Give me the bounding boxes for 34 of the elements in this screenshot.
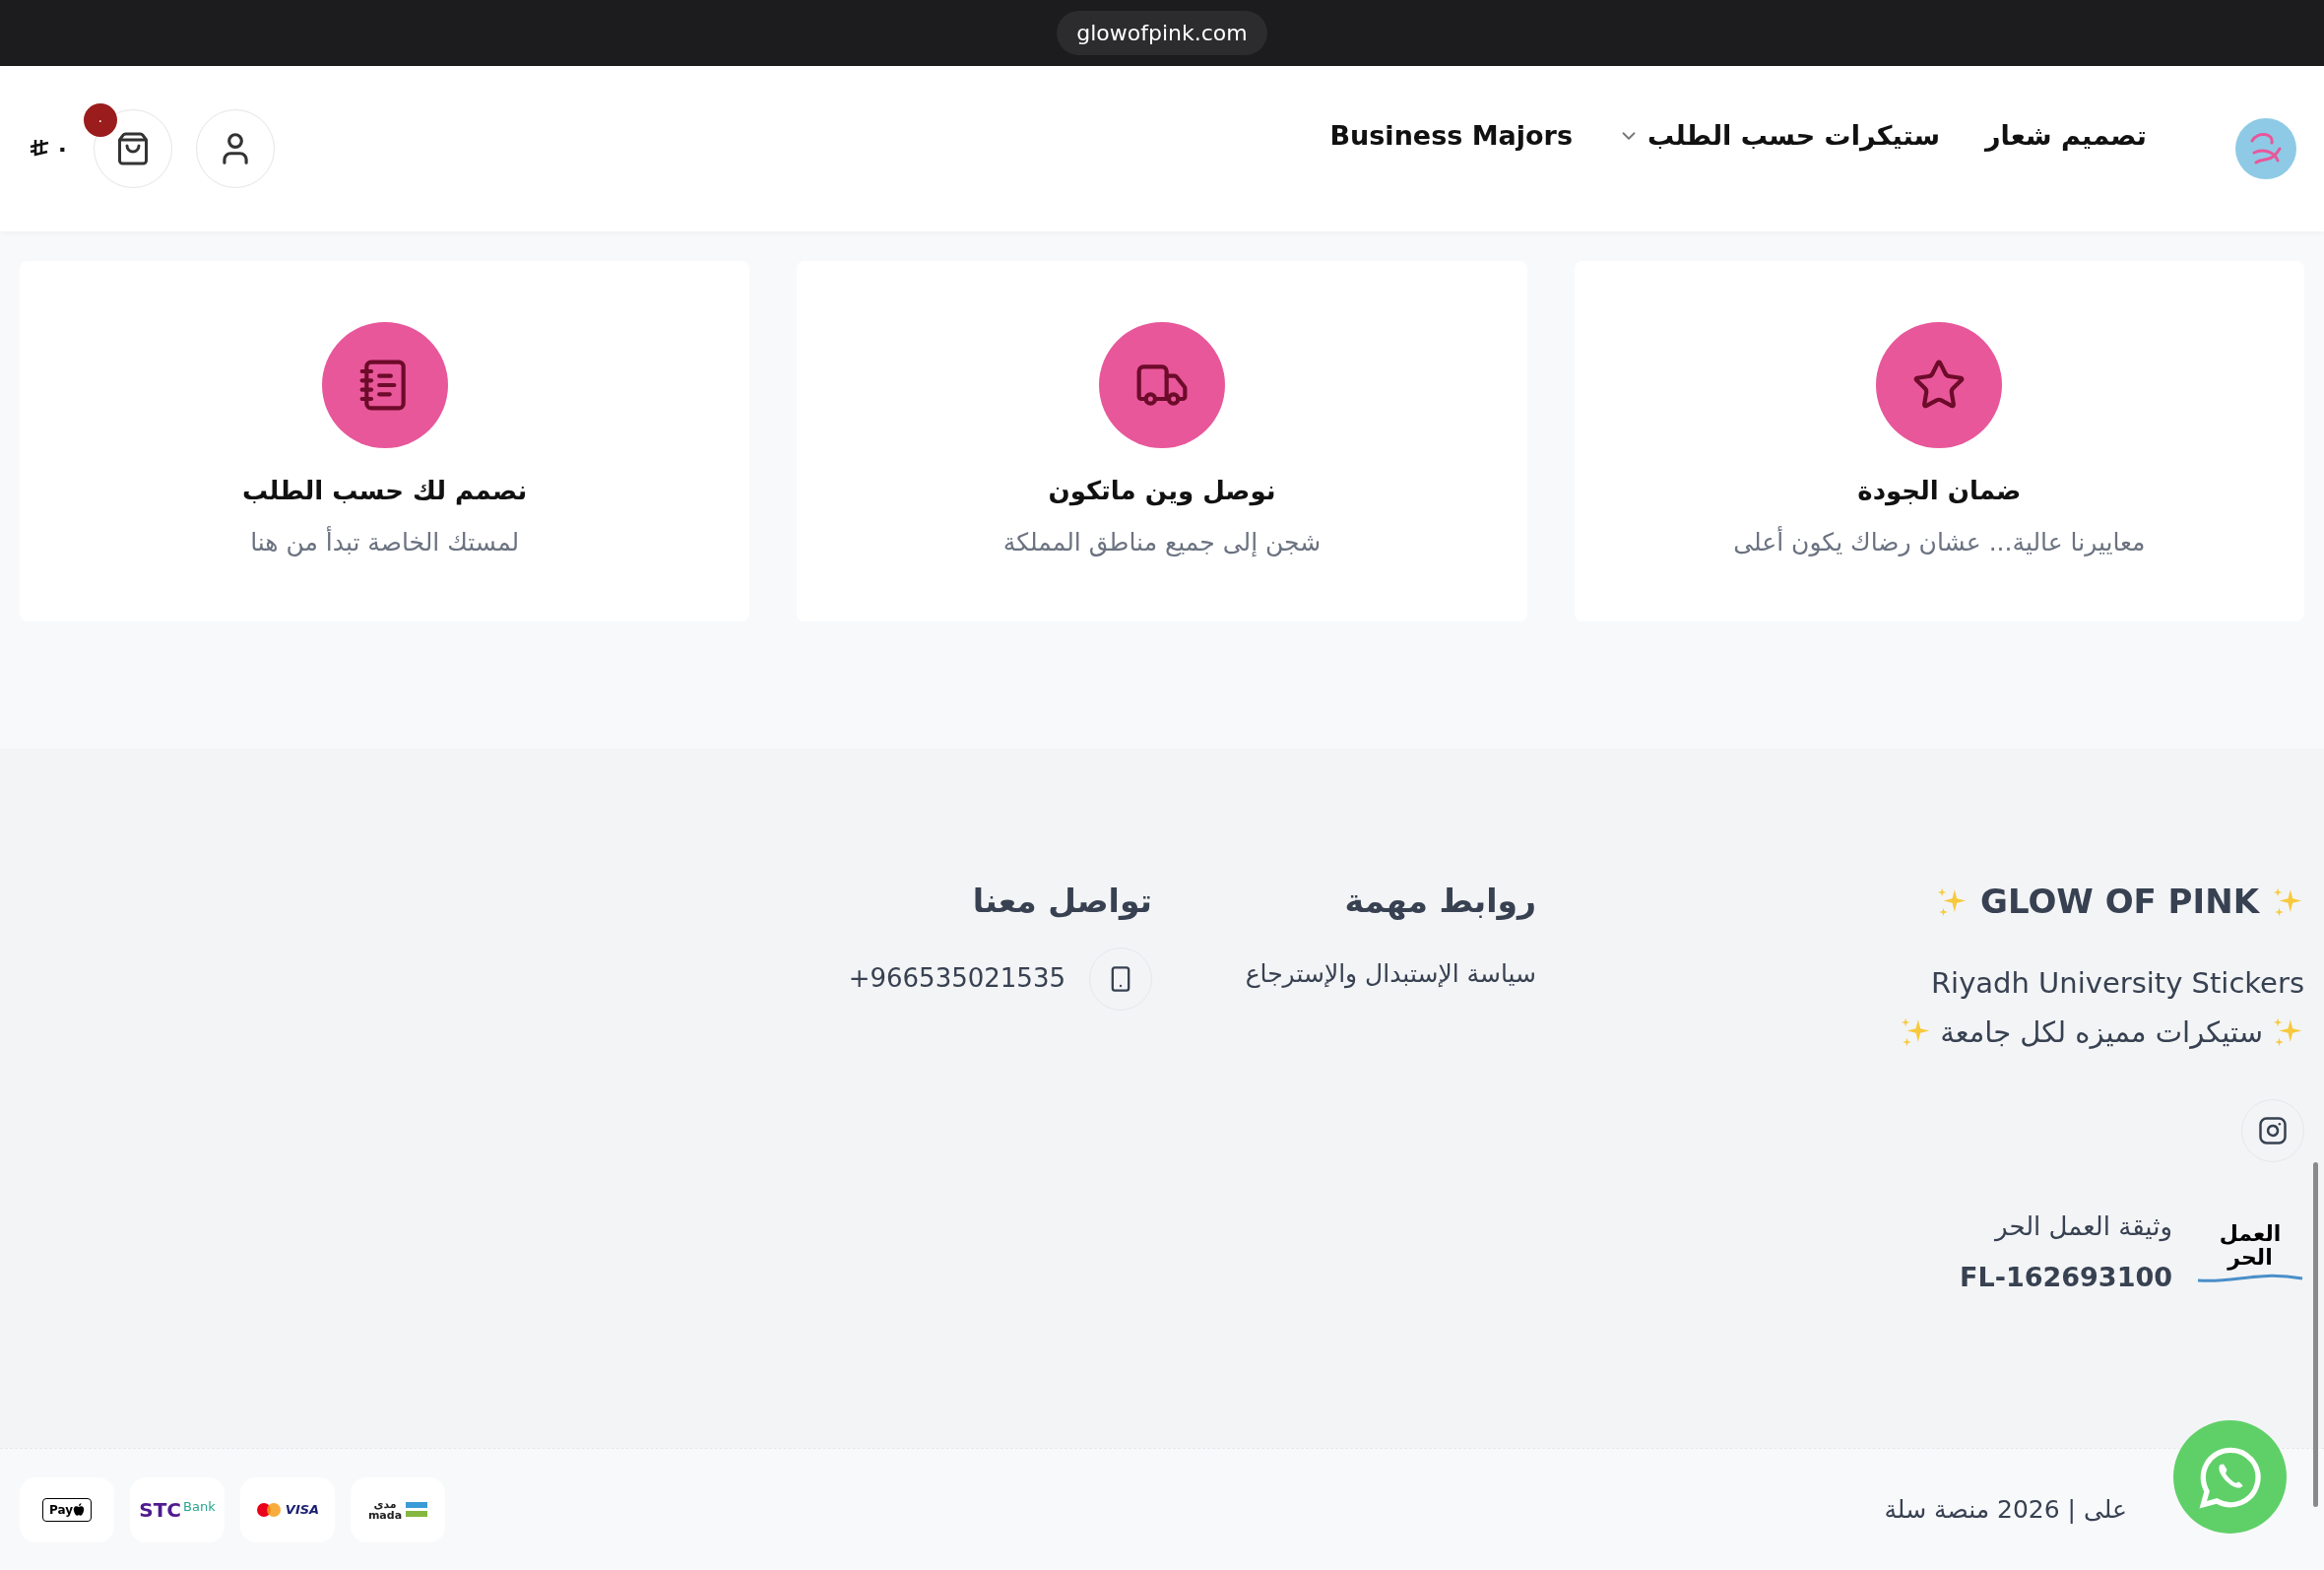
stripes-icon	[406, 1499, 428, 1520]
freelance-number: FL-162693100	[1960, 1261, 2172, 1294]
stc-logo-text: STC	[139, 1499, 182, 1520]
copyright-text: على | 2026 منصة سلة	[1884, 1493, 2127, 1526]
apple-pay-mark: Pay	[42, 1497, 92, 1522]
feature-subtitle: معاييرنا عالية... عشان رضاك يكون أعلى	[1733, 525, 2146, 558]
feature-title: نوصل وين ماتكون	[1048, 475, 1276, 508]
section-heading: روابط مهمة	[1344, 881, 1536, 922]
bank-logo-text: Bank	[183, 1499, 216, 1513]
visa-logo-text: VISA	[285, 1500, 320, 1519]
phone-number[interactable]: +966535021535	[848, 959, 1065, 998]
apple-icon	[73, 1502, 85, 1517]
instagram-icon	[2258, 1116, 2288, 1145]
mada-logo-text: مدى	[373, 1498, 397, 1510]
feature-title: نصمم لك حسب الطلب	[242, 475, 528, 507]
feature-title: ضمان الجودة	[1857, 475, 2022, 508]
cart-total: ٠	[55, 134, 70, 164]
nav-link[interactable]: Business Majors	[1329, 115, 1573, 157]
brand-description: ستيكرات مميزه لكل جامعة	[1940, 1014, 2263, 1051]
feature-subtitle: لمستك الخاصة تبدأ من هنا	[250, 525, 520, 558]
freelance-logo-text: العمل	[2219, 1221, 2282, 1246]
brand-title: GLOW OF PINK	[1980, 881, 2259, 923]
freelance-label: وثيقة العمل الحر	[1995, 1210, 2172, 1244]
nav-link[interactable]: ستيكرات حسب الطلب	[1618, 115, 1941, 157]
freelance-logo-text: الحر	[2227, 1245, 2273, 1270]
url-pill[interactable]: glowofpink.com	[1057, 11, 1267, 55]
feature-subtitle: شجن إلى جميع مناطق المملكة	[1002, 527, 1322, 558]
mada-logo-text: mada	[367, 1509, 403, 1521]
footer-link[interactable]: سياسة الإستبدال والإسترجاع	[1245, 954, 1536, 992]
brand-tagline: Riyadh University Stickers	[1930, 965, 2304, 1002]
overlapping-circles-icon	[255, 1501, 282, 1518]
section-heading: تواصل معنا	[972, 881, 1152, 922]
nav-link[interactable]: تصميم شعار	[1985, 115, 2147, 157]
cart-count-badge: ٠	[83, 103, 117, 137]
